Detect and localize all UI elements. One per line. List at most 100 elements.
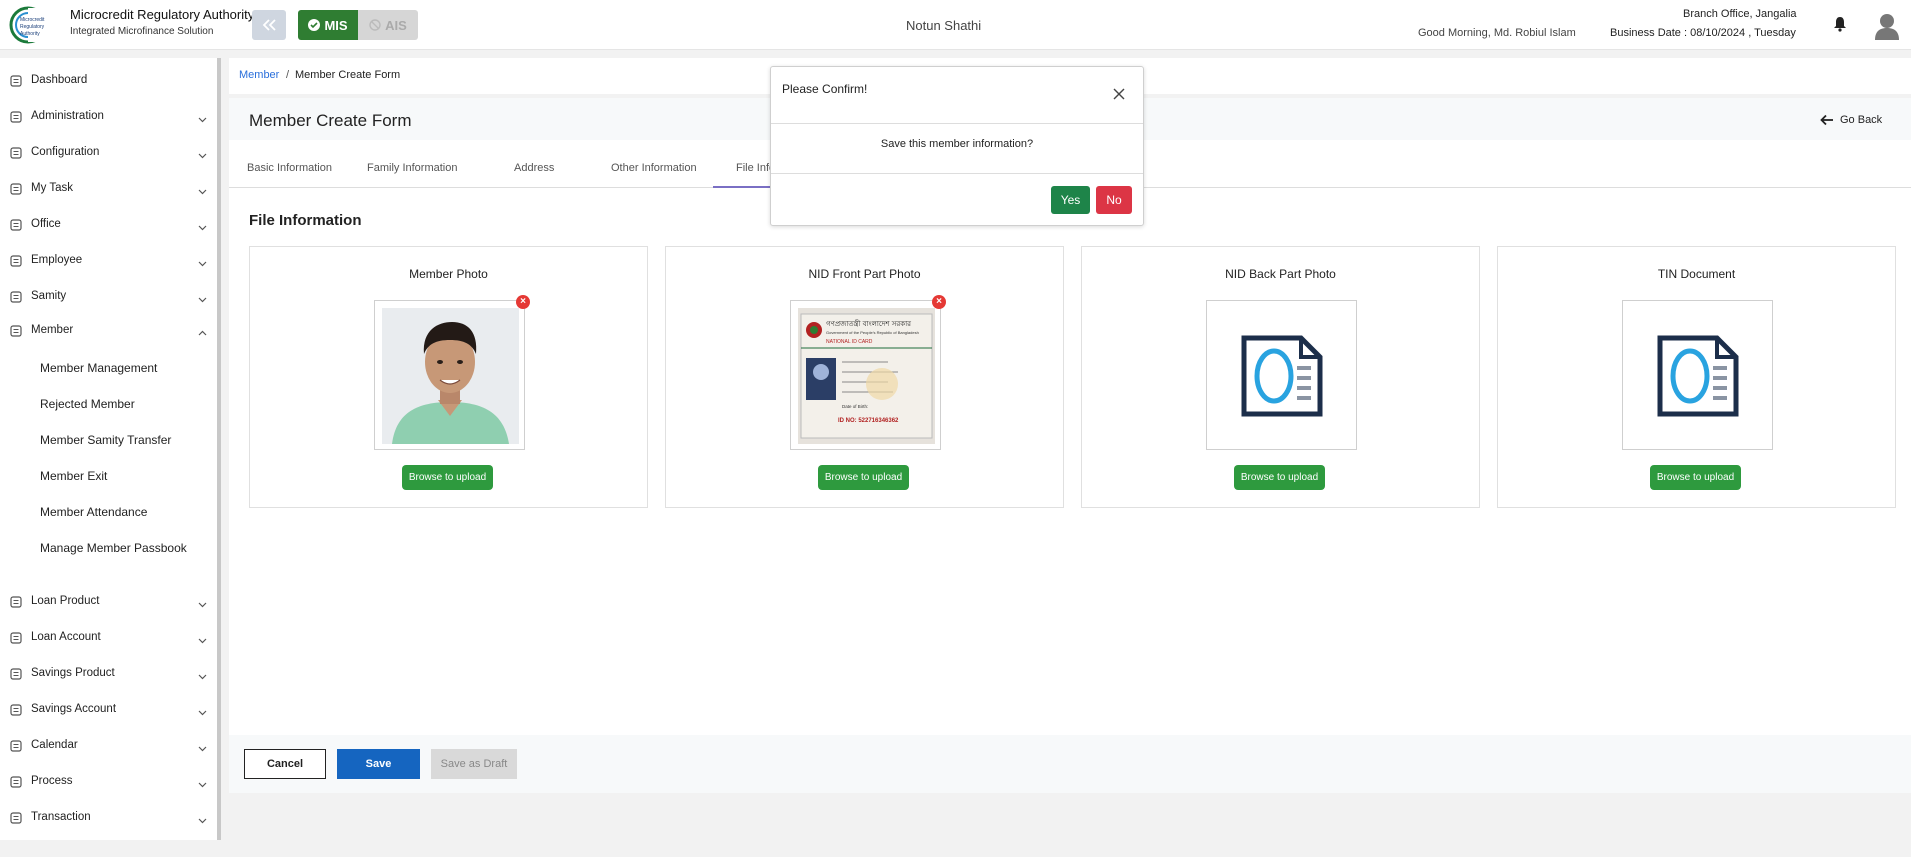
section-title: File Information <box>249 212 362 229</box>
sidebar-item-loan-account[interactable]: Loan Account <box>0 623 217 651</box>
nid-front-card: NID Front Part Photo গণপ্রজাতন্ত্রী বাংল… <box>665 246 1064 508</box>
transaction-icon <box>10 811 22 824</box>
sidebar-item-label: Loan Product <box>31 595 100 607</box>
mode-toggle: MIS AIS <box>298 10 418 40</box>
remove-photo-button[interactable]: × <box>516 295 530 309</box>
sidebar-subitem-manage-member-passbook[interactable]: Manage Member Passbook <box>40 541 187 555</box>
sidebar-item-configuration[interactable]: Configuration <box>0 138 217 166</box>
employee-icon <box>10 254 22 267</box>
sidebar-item-label: My Task <box>31 182 73 194</box>
org-subtitle: Integrated Microfinance Solution <box>70 26 214 37</box>
nid-header-en: Government of the People's Republic of B… <box>826 330 919 335</box>
member-photo-card: Member Photo × Browse to upload <box>249 246 648 508</box>
double-chevron-left-icon <box>262 19 276 31</box>
sidebar-item-administration[interactable]: Administration <box>0 102 217 130</box>
business-date: Business Date : 08/10/2024 , Tuesday <box>1610 27 1796 39</box>
browse-upload-button[interactable]: Browse to upload <box>1650 465 1741 490</box>
chevron-down-icon <box>198 632 207 644</box>
sidebar-item-transaction[interactable]: Transaction <box>0 803 217 831</box>
tab-other-information[interactable]: Other Information <box>611 162 697 174</box>
card-title: NID Front Part Photo <box>808 267 921 281</box>
sidebar-item-label: Employee <box>31 254 83 266</box>
chevron-down-icon <box>198 219 207 231</box>
sliders-icon <box>10 146 22 159</box>
sidebar-item-my-task[interactable]: My Task <box>0 174 217 202</box>
sidebar-subitem-member-management[interactable]: Member Management <box>40 361 157 375</box>
sidebar-item-member[interactable]: Member <box>0 316 217 344</box>
user-avatar[interactable] <box>1874 12 1900 40</box>
sidebar-item-calendar[interactable]: Calendar <box>0 731 217 759</box>
dashboard-icon <box>10 74 22 87</box>
cancel-button[interactable]: Cancel <box>244 749 326 779</box>
samity-icon <box>10 290 22 303</box>
sidebar-item-label: Savings Product <box>31 667 115 679</box>
mode-ais-button[interactable]: AIS <box>358 10 418 40</box>
tab-family-information[interactable]: Family Information <box>367 162 457 174</box>
nid-front-image: গণপ্রজাতন্ত্রী বাংলাদেশ সরকার Government… <box>798 308 935 444</box>
confirm-yes-button[interactable]: Yes <box>1051 186 1090 214</box>
sidebar-item-label: Calendar <box>31 739 78 751</box>
ban-icon <box>369 19 381 31</box>
sidebar-item-process[interactable]: Process <box>0 767 217 795</box>
chevron-down-icon <box>198 740 207 752</box>
chevron-down-icon <box>198 111 207 123</box>
chevron-down-icon <box>198 147 207 159</box>
sidebar-item-savings-account[interactable]: Savings Account <box>0 695 217 723</box>
tab-basic-information[interactable]: Basic Information <box>247 162 332 174</box>
close-icon[interactable] <box>1113 87 1125 100</box>
org-title: Microcredit Regulatory Authority <box>70 7 255 22</box>
go-back-label: Go Back <box>1840 114 1883 126</box>
sidebar-item-samity[interactable]: Samity <box>0 282 217 310</box>
confirm-dialog: Please Confirm! Save this member informa… <box>770 66 1144 226</box>
remove-nid-front-button[interactable]: × <box>932 295 946 309</box>
dialog-divider <box>771 173 1143 174</box>
sidebar-item-office[interactable]: Office <box>0 210 217 238</box>
document-placeholder-icon <box>1241 335 1323 417</box>
app-name: Notun Shathi <box>906 18 982 33</box>
sidebar-item-label: Loan Account <box>31 631 101 643</box>
member-photo-image <box>382 308 519 444</box>
nid-number: ID NO: 522716346362 <box>838 418 899 424</box>
nid-header-bn: গণপ্রজাতন্ত্রী বাংলাদেশ সরকার <box>826 319 911 328</box>
browse-upload-button[interactable]: Browse to upload <box>1234 465 1325 490</box>
breadcrumb-member-link[interactable]: Member <box>239 69 279 81</box>
loan-product-icon <box>10 595 22 608</box>
member-icon <box>10 324 22 337</box>
sidebar-item-label: Administration <box>31 110 104 122</box>
svg-text:Microcredit: Microcredit <box>20 17 45 23</box>
browse-upload-button[interactable]: Browse to upload <box>402 465 493 490</box>
browse-upload-button[interactable]: Browse to upload <box>818 465 909 490</box>
calendar-icon <box>10 739 22 752</box>
sidebar-subitem-member-exit[interactable]: Member Exit <box>40 469 107 483</box>
sidebar-subitem-member-attendance[interactable]: Member Attendance <box>40 505 147 519</box>
chevron-down-icon <box>198 776 207 788</box>
nid-back-preview <box>1206 300 1357 450</box>
sidebar-item-savings-product[interactable]: Savings Product <box>0 659 217 687</box>
chevron-down-icon <box>198 596 207 608</box>
sidebar-item-employee[interactable]: Employee <box>0 246 217 274</box>
svg-text:Date of Birth:: Date of Birth: <box>842 404 868 409</box>
sidebar-item-loan-product[interactable]: Loan Product <box>0 587 217 615</box>
go-back-button[interactable]: Go Back <box>1820 114 1882 126</box>
sidebar-collapse-button[interactable] <box>252 10 286 40</box>
card-title: Member Photo <box>409 267 488 281</box>
sidebar-subitem-member-samity-transfer[interactable]: Member Samity Transfer <box>40 433 171 447</box>
tin-document-preview <box>1622 300 1773 450</box>
dialog-divider <box>771 123 1143 124</box>
chevron-down-icon <box>198 291 207 303</box>
save-button[interactable]: Save <box>337 749 420 779</box>
task-icon <box>10 182 22 195</box>
chevron-up-icon <box>198 325 207 336</box>
tab-address[interactable]: Address <box>514 162 554 174</box>
notification-bell-icon[interactable] <box>1833 16 1847 37</box>
mode-mis-button[interactable]: MIS <box>298 10 358 40</box>
save-as-draft-button[interactable]: Save as Draft <box>431 749 517 779</box>
document-placeholder-icon <box>1657 335 1739 417</box>
sidebar-item-label: Process <box>31 775 73 787</box>
sidebar-item-dashboard[interactable]: Dashboard <box>0 66 217 94</box>
confirm-no-button[interactable]: No <box>1096 186 1132 214</box>
savings-product-icon <box>10 667 22 680</box>
tin-document-card: TIN Document Browse to upload <box>1497 246 1896 508</box>
sidebar-item-label: Dashboard <box>31 74 88 86</box>
sidebar-subitem-rejected-member[interactable]: Rejected Member <box>40 397 135 411</box>
